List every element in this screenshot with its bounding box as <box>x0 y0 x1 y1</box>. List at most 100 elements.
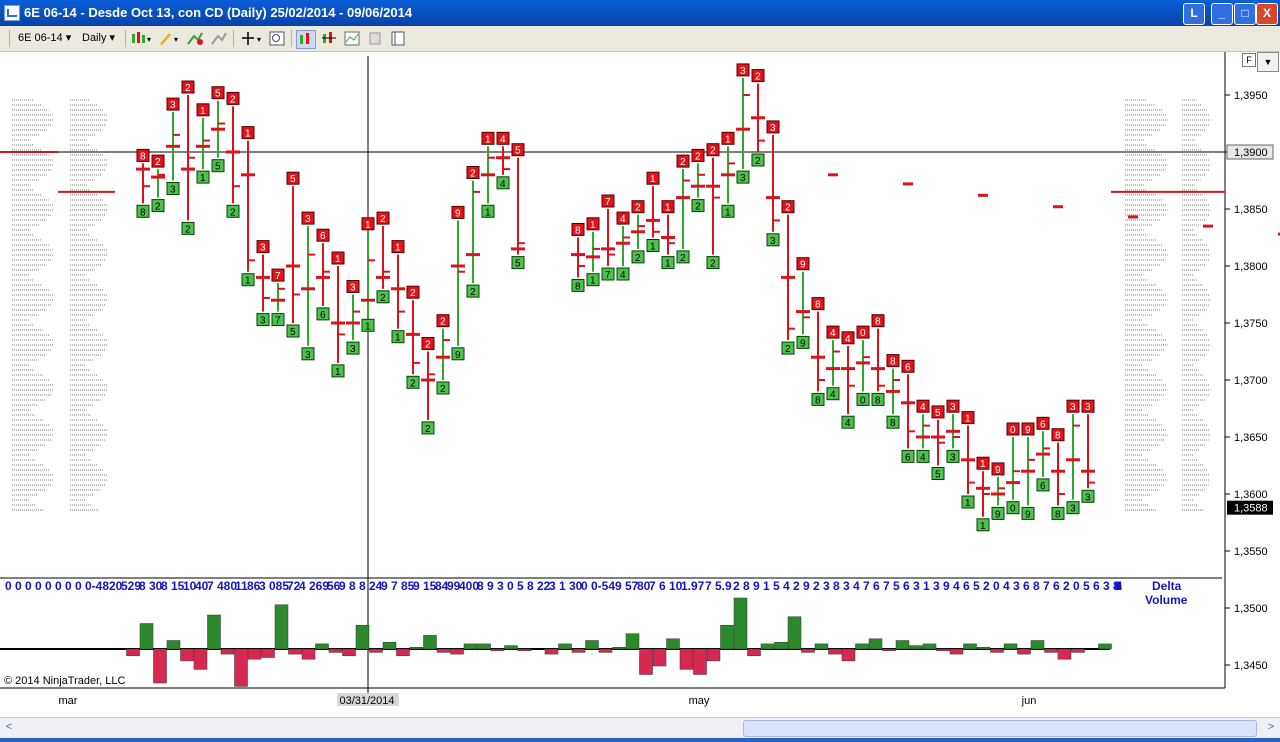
pencil-draw-icon[interactable]: ▾ <box>157 30 181 47</box>
low-delta-label: 2 <box>755 156 761 167</box>
delta-volume-value: 6 <box>903 579 910 593</box>
time-axis-label: jun <box>1021 695 1037 707</box>
price-tick-label: 1,3450 <box>1234 660 1268 672</box>
delta-volume-value: 8 <box>139 579 146 593</box>
minimize-button[interactable]: _ <box>1211 3 1233 25</box>
time-axis-label: mar <box>59 695 78 707</box>
delta-volume-value: 0-54 <box>591 579 615 593</box>
delta-bar <box>274 604 289 650</box>
indicators-icon[interactable] <box>343 30 361 47</box>
interval-selector[interactable]: Daily ▾ <box>82 31 115 44</box>
toolbar-grip <box>9 30 10 47</box>
window-layout-icon[interactable] <box>389 30 407 47</box>
delta-bar <box>153 648 167 684</box>
high-delta-label: 3 <box>1070 402 1076 413</box>
templates-icon[interactable] <box>366 30 384 47</box>
delta-volume-value: 1 <box>559 579 566 593</box>
delta-volume-value: 5 <box>973 579 980 593</box>
delta-volume-value: 8 <box>359 579 366 593</box>
price-tick-label: 1,3650 <box>1234 432 1268 444</box>
delta-volume-value: 5 <box>1083 579 1090 593</box>
add-indicator-icon[interactable] <box>186 30 204 47</box>
high-delta-label: 1 <box>245 129 251 140</box>
high-delta-label: 8 <box>815 300 821 311</box>
low-delta-label: 2 <box>185 224 191 235</box>
delta-bar <box>895 640 910 650</box>
delta-volume-value: 1 <box>923 579 930 593</box>
low-delta-label: 5 <box>290 327 296 338</box>
scroll-left-button[interactable]: < <box>2 720 16 735</box>
maximize-button[interactable]: □ <box>1234 3 1256 25</box>
delta-bar <box>841 648 856 662</box>
delta-bar <box>463 643 478 650</box>
delta-bar <box>220 648 235 655</box>
high-delta-label: 1 <box>485 134 491 145</box>
low-delta-label: 2 <box>470 287 476 298</box>
chart-f-button[interactable]: F <box>1242 53 1256 67</box>
delta-bar <box>801 648 815 653</box>
delta-volume-value: 0 <box>65 579 72 593</box>
instrument-selector[interactable]: 6E 06-14 ▾ <box>18 31 71 44</box>
low-delta-label: 1 <box>395 333 401 344</box>
scroll-thumb[interactable] <box>743 720 1257 737</box>
delta-bar <box>328 648 343 653</box>
delta-volume-value: 8 <box>161 579 168 593</box>
delta-volume-value: 0 <box>45 579 52 593</box>
delta-volume-value: 7 <box>391 579 398 593</box>
low-delta-label: 9 <box>1025 509 1031 520</box>
price-tick-label: 1,3950 <box>1234 90 1268 102</box>
delta-volume-value: 1 <box>763 579 770 593</box>
delta-bar <box>301 648 316 660</box>
high-delta-label: 2 <box>155 157 161 168</box>
delta-volume-value: 9 <box>339 579 346 593</box>
delta-volume-value: 4 <box>783 579 790 593</box>
delta-bar <box>544 648 559 655</box>
low-delta-label: 2 <box>785 344 791 355</box>
low-delta-label: 1 <box>965 498 971 509</box>
scroll-right-button[interactable]: > <box>1264 720 1278 735</box>
toolbar-separator <box>291 30 292 47</box>
bar-style-icon[interactable]: ▾ <box>130 30 152 47</box>
delta-volume-value: 9 <box>381 579 388 593</box>
low-delta-label: 6 <box>320 310 326 321</box>
delta-volume-value: 4 <box>853 579 860 593</box>
delta-volume-value: 7 <box>705 579 712 593</box>
delta-volume-value: 2 <box>813 579 820 593</box>
restore-small-button[interactable]: L <box>1183 3 1205 25</box>
crosshair-icon[interactable]: ▾ <box>240 30 264 47</box>
low-delta-label: 2 <box>410 378 416 389</box>
delta-volume-value: 5 <box>893 579 900 593</box>
delta-bar <box>612 647 626 650</box>
high-delta-label: 2 <box>470 169 476 180</box>
delta-volume-value: 7 <box>1043 579 1050 593</box>
delta-volume-title-1: Delta <box>1152 579 1182 593</box>
data-series-icon[interactable] <box>320 30 338 47</box>
delta-bar <box>490 648 505 651</box>
delta-bar <box>666 638 680 650</box>
chart-dropdown-button[interactable]: ▼ <box>1257 52 1279 72</box>
delta-bar <box>558 643 572 650</box>
delta-volume-value: 4 <box>1003 579 1010 593</box>
delta-volume-value: 7 <box>649 579 656 593</box>
close-button[interactable]: X <box>1256 3 1278 25</box>
svg-text:▾: ▾ <box>147 35 151 44</box>
high-delta-label: 1 <box>365 220 371 231</box>
strategy-icon[interactable] <box>210 30 228 47</box>
low-delta-label: 2 <box>380 293 386 304</box>
low-delta-label: 1 <box>725 207 731 218</box>
delta-volume-value: 3 <box>1013 579 1020 593</box>
horizontal-scrollbar[interactable]: < > <box>0 717 1280 738</box>
high-delta-label: 5 <box>515 146 521 157</box>
low-delta-label: 3 <box>350 344 356 355</box>
delta-bar <box>747 648 761 657</box>
delta-volume-value: 9 <box>413 579 420 593</box>
chart-properties-icon[interactable] <box>296 30 316 49</box>
zoom-icon[interactable] <box>268 30 286 47</box>
delta-bar <box>976 647 991 650</box>
low-delta-label: 2 <box>695 202 701 213</box>
high-delta-label: 8 <box>1055 431 1061 442</box>
delta-volume-value: 0 <box>1073 579 1080 593</box>
price-chart[interactable]: 1,3950 1,3900 1,3850 1,3800 1,3750 1,3700 1,36… <box>0 52 1280 718</box>
high-delta-label: 1 <box>725 134 731 145</box>
high-delta-label: 5 <box>935 408 941 419</box>
